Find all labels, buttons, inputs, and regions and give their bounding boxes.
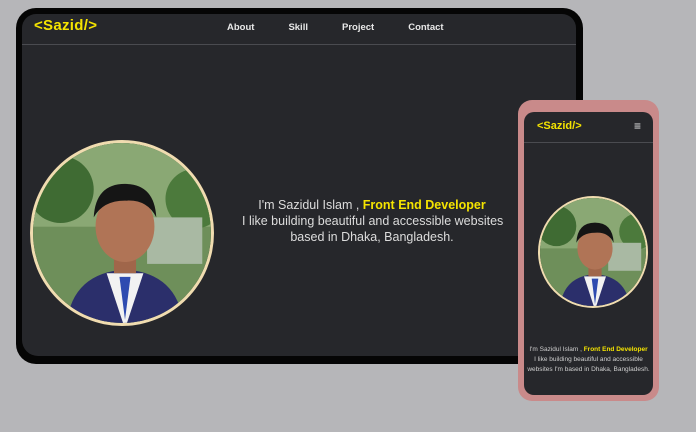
intro-line-2: I like building beautiful and accessible…: [242, 214, 504, 228]
mobile-profile-avatar: [538, 196, 648, 308]
mobile-site-logo[interactable]: <Sazid/>: [537, 120, 582, 132]
mobile-mockup: <Sazid/> ≡ I'm Sazidul Islam , Front End…: [518, 100, 659, 401]
nav-link-skill[interactable]: Skill: [288, 22, 308, 33]
nav-link-contact[interactable]: Contact: [408, 22, 443, 33]
site-logo[interactable]: <Sazid/>: [34, 17, 97, 34]
desktop-navbar: <Sazid/> About Skill Project Contact: [22, 14, 576, 45]
desktop-screen: <Sazid/> About Skill Project Contact I'm…: [22, 14, 576, 356]
intro-role: Front End Developer: [362, 198, 486, 212]
profile-avatar: [30, 140, 214, 326]
mobile-intro-role: Front End Developer: [583, 346, 648, 353]
mobile-navbar: <Sazid/> ≡: [524, 112, 653, 143]
nav-link-project[interactable]: Project: [342, 22, 374, 33]
mobile-intro-body: I like building beautiful and accessible…: [527, 356, 650, 373]
hamburger-menu-icon[interactable]: ≡: [634, 119, 641, 133]
mobile-hero-intro: I'm Sazidul Islam , Front End Developer …: [526, 345, 651, 375]
nav-menu: About Skill Project Contact: [227, 22, 478, 33]
intro-line-3: based in Dhaka, Bangladesh.: [290, 230, 454, 244]
hero-intro: I'm Sazidul Islam , Front End Developer …: [242, 197, 504, 245]
intro-name: I'm Sazidul Islam ,: [258, 198, 363, 212]
mobile-intro-name: I'm Sazidul Islam ,: [529, 346, 584, 353]
nav-link-about[interactable]: About: [227, 22, 254, 33]
mobile-screen: <Sazid/> ≡ I'm Sazidul Islam , Front End…: [524, 112, 653, 395]
